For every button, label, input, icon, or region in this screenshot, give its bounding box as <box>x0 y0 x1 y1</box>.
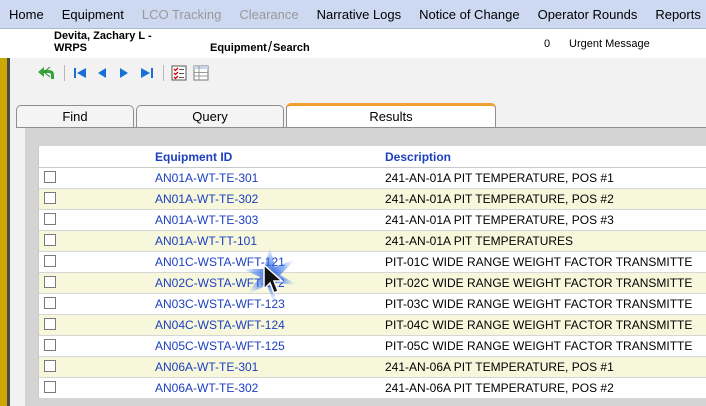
equipment-description: 241-AN-01A PIT TEMPERATURE, POS #2 <box>385 192 614 206</box>
user-bar: Devita, Zachary L - WRPS Equipment/Searc… <box>0 29 706 59</box>
equipment-id-link[interactable]: AN01A-WT-TE-301 <box>155 171 258 185</box>
row-select-checkbox[interactable] <box>44 171 56 183</box>
equipment-description: PIT-05C WIDE RANGE WEIGHT FACTOR TRANSMI… <box>385 339 693 353</box>
content-area: Find Query Results Equipment ID Descript… <box>10 88 706 406</box>
menu-clearance: Clearance <box>239 6 299 22</box>
menu-reports[interactable]: Reports <box>646 7 706 22</box>
urgent-message-count: 0 <box>544 38 551 50</box>
menu-notice-of-change[interactable]: Notice of Change <box>410 7 528 22</box>
equipment-id-link[interactable]: AN05C-WSTA-WFT-125 <box>155 339 285 353</box>
row-select-checkbox[interactable] <box>44 276 56 288</box>
first-record-icon[interactable] <box>70 63 90 83</box>
table-row[interactable]: AN01C-WSTA-WFT-121 PIT-01C WIDE RANGE WEI… <box>39 252 706 273</box>
equipment-description: 241-AN-06A PIT TEMPERATURE, POS #1 <box>385 360 614 374</box>
equipment-id-link[interactable]: AN06A-WT-TE-302 <box>155 381 258 395</box>
equipment-id-link[interactable]: AN01C-WSTA-WFT-121 <box>155 255 285 269</box>
breadcrumb-page: Search <box>273 42 310 54</box>
toolbar-separator <box>64 65 65 81</box>
equipment-id-link[interactable]: AN02C-WSTA-WFT-122 <box>155 276 285 290</box>
equipment-description: PIT-02C WIDE RANGE WEIGHT FACTOR TRANSMI… <box>385 276 693 290</box>
table-row[interactable]: AN03C-WSTA-WFT-123 PIT-03C WIDE RANGE WEI… <box>39 294 706 315</box>
row-select-checkbox[interactable] <box>44 213 56 225</box>
results-table: Equipment ID Description AN01A-WT-TE-301… <box>38 146 706 399</box>
menu-narrative-logs[interactable]: Narrative Logs <box>308 7 411 22</box>
table-row[interactable]: AN01A-WT-TT-101 241-AN-01A PIT TEMPERATUR… <box>39 231 706 252</box>
equipment-description: 241-AN-01A PIT TEMPERATURES <box>385 234 574 248</box>
toolbar-separator <box>163 65 164 81</box>
menu-equipment[interactable]: Equipment <box>53 7 133 22</box>
table-row[interactable]: AN01A-WT-TE-302 241-AN-01A PIT TEMPERATUR… <box>39 189 706 210</box>
table-row[interactable]: AN06A-WT-TE-302 241-AN-06A PIT TEMPERATUR… <box>39 378 706 399</box>
equipment-id-link[interactable]: AN01A-WT-TT-101 <box>155 234 257 248</box>
tab-query[interactable]: Query <box>136 105 284 127</box>
menu-lco-tracking: LCO Tracking <box>141 6 222 22</box>
checklist-icon[interactable] <box>169 63 189 83</box>
tab-results[interactable]: Results <box>286 103 496 127</box>
equipment-description: 241-AN-01A PIT TEMPERATURE, POS #1 <box>385 171 614 185</box>
breadcrumb: Equipment/Search <box>210 38 310 56</box>
equipment-description: 241-AN-01A PIT TEMPERATURE, POS #3 <box>385 213 614 227</box>
row-select-checkbox[interactable] <box>44 255 56 267</box>
breadcrumb-section: Equipment <box>210 42 267 54</box>
table-row[interactable]: AN01A-WT-TE-303 241-AN-01A PIT TEMPERATUR… <box>39 210 706 231</box>
row-select-checkbox[interactable] <box>44 192 56 204</box>
column-header-description[interactable]: Description <box>385 150 451 164</box>
row-select-checkbox[interactable] <box>44 234 56 246</box>
main-menu-bar: Home Equipment LCO Tracking Clearance Na… <box>0 0 706 29</box>
row-select-checkbox[interactable] <box>44 318 56 330</box>
left-accent-stripe <box>0 58 7 406</box>
equipment-id-link[interactable]: AN06A-WT-TE-301 <box>155 360 258 374</box>
urgent-message-link[interactable]: Urgent Message <box>569 38 650 50</box>
row-select-checkbox[interactable] <box>44 360 56 372</box>
equipment-id-link[interactable]: AN01A-WT-TE-302 <box>155 192 258 206</box>
table-row[interactable]: AN05C-WSTA-WFT-125 PIT-05C WIDE RANGE WEI… <box>39 336 706 357</box>
equipment-description: PIT-03C WIDE RANGE WEIGHT FACTOR TRANSMI… <box>385 297 693 311</box>
toolbar <box>10 58 706 88</box>
user-name: Devita, Zachary L - WRPS <box>54 30 152 54</box>
equipment-id-link[interactable]: AN01A-WT-TE-303 <box>155 213 258 227</box>
table-row[interactable]: AN04C-WSTA-WFT-124 PIT-04C WIDE RANGE WEI… <box>39 315 706 336</box>
menu-operator-rounds[interactable]: Operator Rounds <box>529 7 647 22</box>
tab-find[interactable]: Find <box>16 105 134 127</box>
next-record-icon[interactable] <box>114 63 134 83</box>
equipment-id-link[interactable]: AN03C-WSTA-WFT-123 <box>155 297 285 311</box>
table-header-row: Equipment ID Description <box>39 146 706 168</box>
equipment-description: PIT-01C WIDE RANGE WEIGHT FACTOR TRANSMI… <box>385 255 693 269</box>
row-select-checkbox[interactable] <box>44 381 56 393</box>
back-arrow-icon[interactable] <box>36 63 56 83</box>
previous-record-icon[interactable] <box>92 63 112 83</box>
menu-home[interactable]: Home <box>0 7 53 22</box>
table-row[interactable]: AN01A-WT-TE-301 241-AN-01A PIT TEMPERATUR… <box>39 168 706 189</box>
grid-view-icon[interactable] <box>191 63 211 83</box>
last-record-icon[interactable] <box>137 63 157 83</box>
equipment-description: 241-AN-06A PIT TEMPERATURE, POS #2 <box>385 381 614 395</box>
breadcrumb-separator: / <box>267 39 273 56</box>
column-header-equipment-id[interactable]: Equipment ID <box>155 150 232 164</box>
equipment-id-link[interactable]: AN04C-WSTA-WFT-124 <box>155 318 285 332</box>
row-select-checkbox[interactable] <box>44 297 56 309</box>
table-row[interactable]: AN06A-WT-TE-301 241-AN-06A PIT TEMPERATUR… <box>39 357 706 378</box>
table-row[interactable]: AN02C-WSTA-WFT-122 PIT-02C WIDE RANGE WEI… <box>39 273 706 294</box>
row-select-checkbox[interactable] <box>44 339 56 351</box>
equipment-description: PIT-04C WIDE RANGE WEIGHT FACTOR TRANSMI… <box>385 318 693 332</box>
